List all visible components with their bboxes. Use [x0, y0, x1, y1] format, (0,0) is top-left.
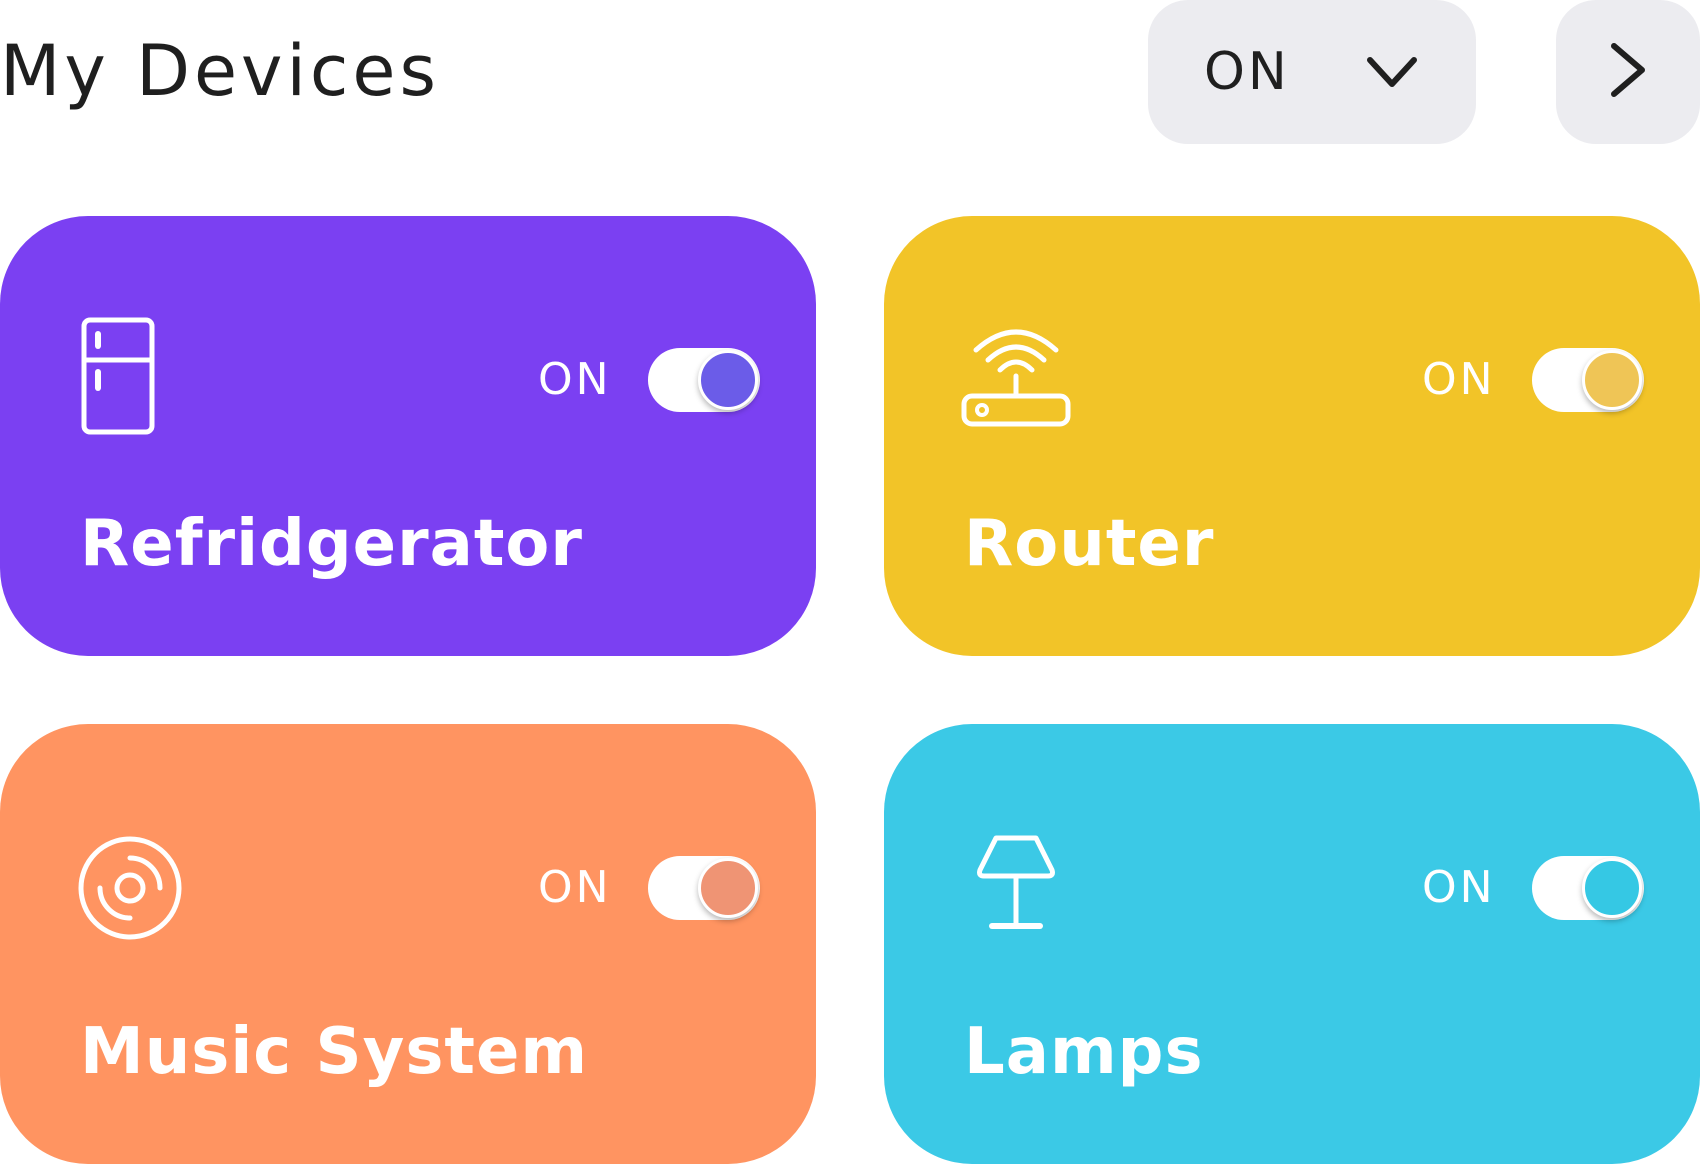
device-status-label: ON [538, 862, 612, 913]
device-name: Music System [80, 1015, 589, 1089]
power-toggle[interactable] [648, 856, 760, 920]
device-card-refrigerator[interactable]: ON Refridgerator [0, 216, 816, 656]
device-status-label: ON [1422, 862, 1496, 913]
music-disc-icon [76, 824, 196, 944]
next-button[interactable] [1556, 0, 1700, 144]
refrigerator-icon [76, 316, 196, 436]
status-filter-value: ON [1204, 42, 1290, 102]
page-title: My Devices [0, 30, 440, 112]
toggle-knob [698, 350, 758, 410]
device-name: Lamps [964, 1015, 1204, 1089]
power-toggle[interactable] [648, 348, 760, 412]
lamp-icon [960, 824, 1080, 944]
toggle-knob [1582, 350, 1642, 410]
status-filter-dropdown[interactable]: ON [1148, 0, 1476, 144]
power-toggle[interactable] [1532, 856, 1644, 920]
toggle-knob [1582, 858, 1642, 918]
device-card-router[interactable]: ON Router [884, 216, 1700, 656]
toggle-knob [698, 858, 758, 918]
device-status-label: ON [538, 354, 612, 405]
device-card-lamps[interactable]: ON Lamps [884, 724, 1700, 1164]
device-name: Refridgerator [80, 507, 583, 581]
router-icon [960, 316, 1080, 436]
device-name: Router [964, 507, 1215, 581]
chevron-down-icon [1364, 52, 1420, 92]
chevron-right-icon [1606, 40, 1650, 104]
device-card-music-system[interactable]: ON Music System [0, 724, 816, 1164]
power-toggle[interactable] [1532, 348, 1644, 412]
device-status-label: ON [1422, 354, 1496, 405]
